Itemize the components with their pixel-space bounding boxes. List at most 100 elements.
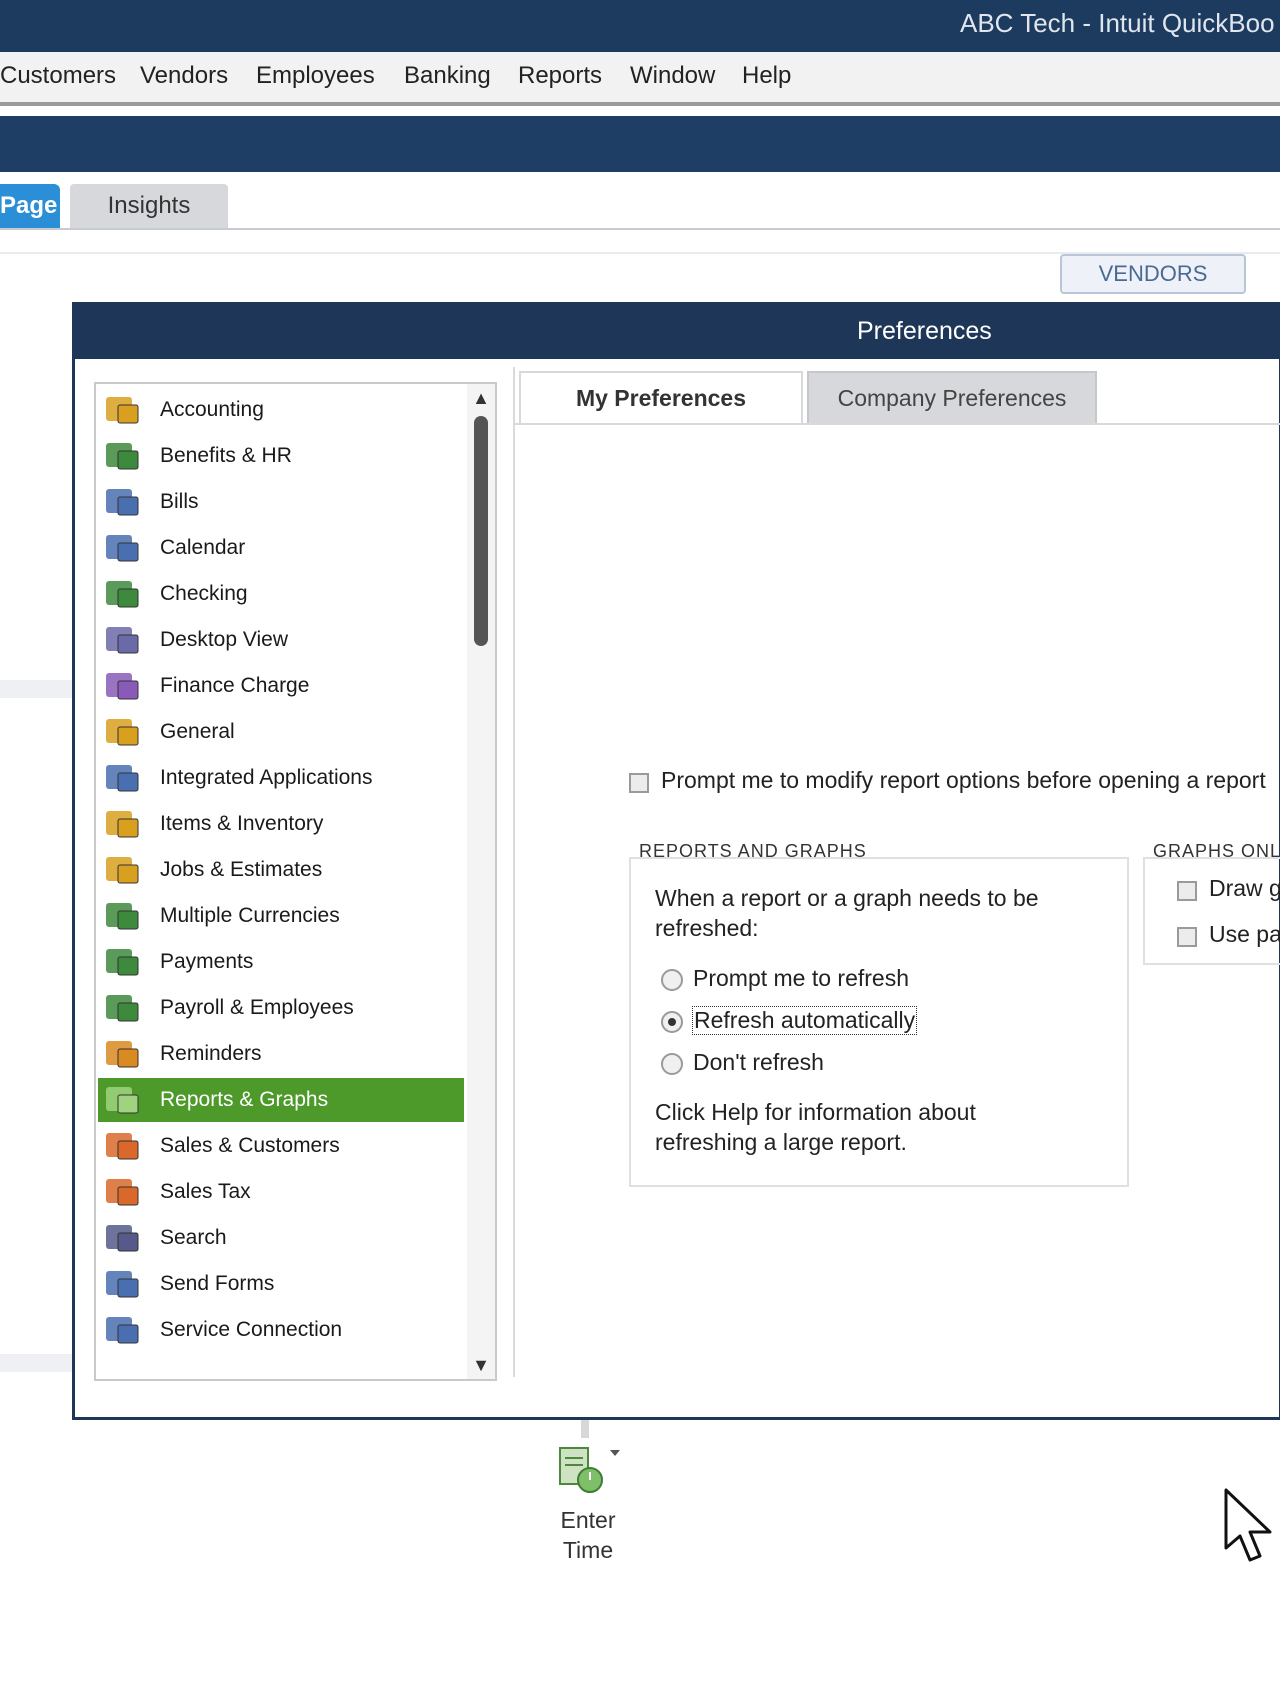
accounting-icon bbox=[104, 393, 142, 427]
category-label: Reports & Graphs bbox=[160, 1088, 329, 1111]
calendar-icon bbox=[104, 531, 142, 565]
refresh-help-text: Click Help for information about refresh… bbox=[655, 1099, 976, 1155]
reminders-icon bbox=[104, 1037, 142, 1071]
scroll-up-icon[interactable]: ▲ bbox=[471, 388, 491, 408]
sales-tax-icon bbox=[104, 1175, 142, 1209]
category-item[interactable]: Desktop View bbox=[98, 618, 464, 662]
category-item[interactable]: Multiple Currencies bbox=[98, 894, 464, 938]
sales-customers-icon bbox=[104, 1129, 142, 1163]
prompt-modify-checkbox[interactable] bbox=[629, 773, 649, 793]
menu-vendors[interactable]: Vendors bbox=[140, 62, 228, 90]
category-label: Reminders bbox=[160, 1042, 262, 1065]
service-connection-icon bbox=[104, 1313, 142, 1347]
preferences-dialog: Preferences Accounting Benefits & HR Bills… bbox=[72, 302, 1280, 1420]
radio-refresh-auto[interactable] bbox=[661, 1011, 683, 1033]
category-item[interactable]: Sales Tax bbox=[98, 1170, 464, 1214]
category-label: Bills bbox=[160, 490, 199, 513]
general-icon bbox=[104, 715, 142, 749]
menu-reports[interactable]: Reports bbox=[518, 62, 602, 90]
category-item[interactable]: Benefits & HR bbox=[98, 434, 464, 478]
category-item[interactable]: Payments bbox=[98, 940, 464, 984]
category-item[interactable]: Calendar bbox=[98, 526, 464, 570]
enter-time-label-line1: Enter bbox=[560, 1507, 616, 1533]
category-label: Desktop View bbox=[160, 628, 289, 651]
category-item[interactable]: Bills bbox=[98, 480, 464, 524]
preferences-pane: My Preferences Company Preferences Promp… bbox=[513, 367, 1280, 1377]
tab-my-preferences[interactable]: My Preferences bbox=[519, 371, 803, 423]
prompt-modify-label: Prompt me to modify report options befor… bbox=[661, 767, 1266, 793]
category-item[interactable]: Accounting bbox=[98, 388, 464, 432]
category-item[interactable]: Payroll & Employees bbox=[98, 986, 464, 1030]
scroll-thumb[interactable] bbox=[474, 416, 488, 646]
tab-underline bbox=[0, 228, 1280, 230]
category-label: Payroll & Employees bbox=[160, 996, 354, 1019]
category-item[interactable]: Send Forms bbox=[98, 1262, 464, 1306]
category-label: Payments bbox=[160, 950, 254, 973]
jobs-estimates-icon bbox=[104, 853, 142, 887]
menu-bar: Customers Vendors Employees Banking Repo… bbox=[0, 52, 1280, 106]
checking-icon bbox=[104, 577, 142, 611]
refresh-question: When a report or a graph needs to be ref… bbox=[655, 885, 1039, 941]
menu-customers[interactable]: Customers bbox=[0, 62, 116, 90]
category-label: Multiple Currencies bbox=[160, 904, 340, 927]
menu-employees[interactable]: Employees bbox=[256, 62, 375, 90]
category-label: Integrated Applications bbox=[160, 766, 373, 789]
category-item[interactable]: Finance Charge bbox=[98, 664, 464, 708]
reports-graphs-groupbox: When a report or a graph needs to be ref… bbox=[629, 857, 1129, 1187]
bills-icon bbox=[104, 485, 142, 519]
draw-graphs-label: Draw graphs bbox=[1209, 875, 1280, 901]
dialog-title-bar[interactable]: Preferences bbox=[75, 305, 1279, 359]
search-icon bbox=[104, 1221, 142, 1255]
vendors-button[interactable]: VENDORS bbox=[1060, 254, 1246, 294]
category-scrollbar[interactable]: ▲ ▼ bbox=[467, 382, 497, 1381]
tab-insights[interactable]: Insights bbox=[70, 184, 228, 228]
background-panel bbox=[0, 680, 74, 1372]
category-item[interactable]: Jobs & Estimates bbox=[98, 848, 464, 892]
enter-time-shortcut[interactable]: Enter Time bbox=[548, 1440, 628, 1565]
radio-prompt-refresh[interactable] bbox=[661, 969, 683, 991]
menu-banking[interactable]: Banking bbox=[404, 62, 491, 90]
category-label: Sales & Customers bbox=[160, 1134, 340, 1157]
title-bar: ABC Tech - Intuit QuickBoo bbox=[0, 0, 1280, 52]
scroll-down-icon[interactable]: ▼ bbox=[471, 1355, 491, 1375]
category-label: Accounting bbox=[160, 398, 264, 421]
reports-graphs-icon bbox=[104, 1083, 142, 1117]
integrated-apps-icon bbox=[104, 761, 142, 795]
category-item[interactable]: Items & Inventory bbox=[98, 802, 464, 846]
tab-line bbox=[515, 423, 1280, 425]
payroll-icon bbox=[104, 991, 142, 1025]
category-label: Benefits & HR bbox=[160, 444, 292, 467]
category-item[interactable]: Reports & Graphs bbox=[98, 1078, 464, 1122]
category-item[interactable]: Checking bbox=[98, 572, 464, 616]
tab-company-preferences[interactable]: Company Preferences bbox=[807, 371, 1097, 423]
desktop-view-icon bbox=[104, 623, 142, 657]
category-label: Search bbox=[160, 1226, 227, 1249]
window-title: ABC Tech - Intuit QuickBoo bbox=[960, 8, 1275, 38]
menu-window[interactable]: Window bbox=[630, 62, 715, 90]
category-label: Sales Tax bbox=[160, 1180, 251, 1203]
currencies-icon bbox=[104, 899, 142, 933]
category-item[interactable]: General bbox=[98, 710, 464, 754]
tab-home-page[interactable]: Page bbox=[0, 184, 60, 228]
send-forms-icon bbox=[104, 1267, 142, 1301]
draw-graphs-checkbox[interactable] bbox=[1177, 881, 1197, 901]
use-patterns-checkbox[interactable] bbox=[1177, 927, 1197, 947]
radio-dont-refresh[interactable] bbox=[661, 1053, 683, 1075]
category-label: Checking bbox=[160, 582, 248, 605]
category-item[interactable]: Search bbox=[98, 1216, 464, 1260]
category-label: General bbox=[160, 720, 235, 743]
category-label: Service Connection bbox=[160, 1318, 343, 1341]
menu-help[interactable]: Help bbox=[742, 62, 791, 90]
category-label: Finance Charge bbox=[160, 674, 310, 697]
enter-time-label-line2: Time bbox=[562, 1537, 614, 1563]
category-item[interactable]: Integrated Applications bbox=[98, 756, 464, 800]
icon-bar bbox=[0, 116, 1280, 172]
category-item[interactable]: Sales & Customers bbox=[98, 1124, 464, 1168]
category-item[interactable]: Service Connection bbox=[98, 1308, 464, 1352]
mouse-cursor-icon bbox=[1224, 1488, 1272, 1562]
enter-time-icon bbox=[559, 1447, 620, 1493]
dialog-title: Preferences bbox=[857, 317, 992, 345]
items-inventory-icon bbox=[104, 807, 142, 841]
category-item[interactable]: Reminders bbox=[98, 1032, 464, 1076]
graphs-only-groupbox: Draw graphs Use patterns bbox=[1143, 857, 1280, 965]
